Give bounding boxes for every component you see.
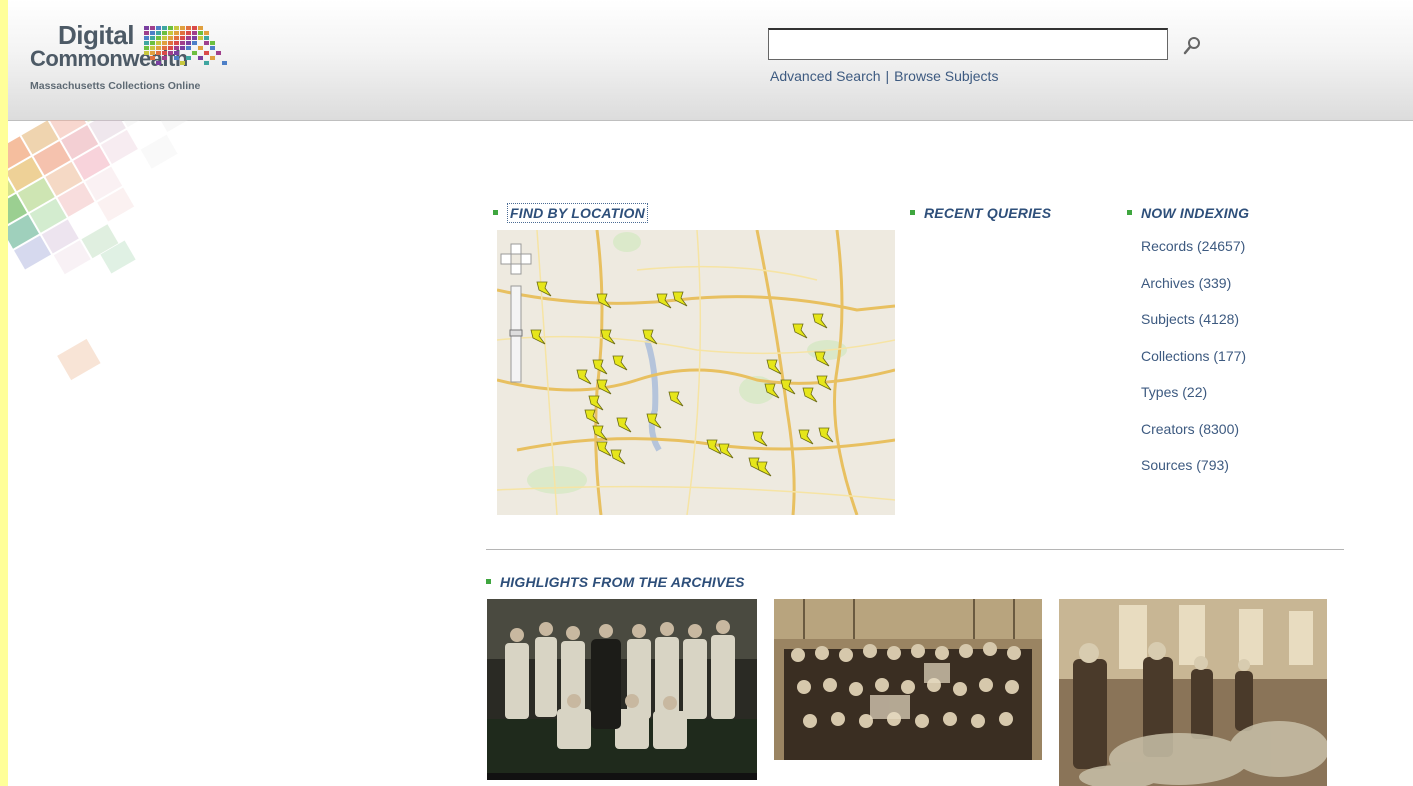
bullet-icon bbox=[486, 578, 491, 584]
browse-subjects-link[interactable]: Browse Subjects bbox=[894, 68, 998, 84]
index-link-types[interactable]: Types (22) bbox=[1141, 384, 1246, 421]
map-canvas bbox=[497, 230, 895, 515]
bullet-icon bbox=[1127, 209, 1132, 215]
recent-queries-label: RECENT QUERIES bbox=[924, 205, 1052, 221]
photo-image bbox=[774, 599, 1042, 760]
search-input[interactable] bbox=[768, 28, 1168, 60]
recent-queries-heading: RECENT QUERIES bbox=[910, 205, 1051, 221]
bullet-icon bbox=[910, 209, 915, 215]
section-divider bbox=[486, 549, 1344, 550]
search-icon bbox=[1183, 37, 1200, 55]
search-button[interactable] bbox=[1180, 34, 1204, 58]
highlight-photo-factory-workers[interactable] bbox=[1059, 599, 1327, 786]
highlight-photo-baseball-team[interactable] bbox=[487, 599, 757, 780]
index-link-sources[interactable]: Sources (793) bbox=[1141, 457, 1246, 494]
search-links: Advanced Search | Browse Subjects bbox=[770, 68, 998, 84]
decorative-mosaic bbox=[8, 120, 194, 381]
highlights-label: HIGHLIGHTS FROM THE ARCHIVES bbox=[500, 574, 745, 590]
logo-tagline: Massachusetts Collections Online bbox=[30, 80, 201, 92]
index-link-subjects[interactable]: Subjects (4128) bbox=[1141, 311, 1246, 348]
index-link-creators[interactable]: Creators (8300) bbox=[1141, 421, 1246, 458]
find-by-location-label: FIND BY LOCATION bbox=[507, 203, 648, 223]
find-by-location-heading[interactable]: FIND BY LOCATION bbox=[493, 203, 648, 223]
photo-image bbox=[1059, 599, 1327, 786]
page: Digital Commonwealth Massachusetts Colle… bbox=[8, 0, 1413, 786]
photo-image bbox=[487, 599, 757, 780]
highlight-photo-class-group[interactable] bbox=[774, 599, 1042, 760]
link-separator: | bbox=[885, 68, 890, 84]
now-indexing-heading: NOW INDEXING bbox=[1127, 205, 1249, 221]
logo-mosaic-icon bbox=[144, 26, 227, 65]
bullet-icon bbox=[493, 209, 498, 215]
highlights-heading: HIGHLIGHTS FROM THE ARCHIVES bbox=[486, 574, 745, 590]
index-link-records[interactable]: Records (24657) bbox=[1141, 238, 1246, 275]
now-indexing-list: Records (24657) Archives (339) Subjects … bbox=[1141, 238, 1246, 494]
index-link-collections[interactable]: Collections (177) bbox=[1141, 348, 1246, 385]
advanced-search-link[interactable]: Advanced Search bbox=[770, 68, 881, 84]
site-logo[interactable]: Digital Commonwealth Massachusetts Colle… bbox=[30, 20, 270, 100]
index-link-archives[interactable]: Archives (339) bbox=[1141, 275, 1246, 312]
location-map[interactable] bbox=[497, 230, 895, 515]
site-header: Digital Commonwealth Massachusetts Colle… bbox=[8, 0, 1413, 121]
now-indexing-label: NOW INDEXING bbox=[1141, 205, 1250, 221]
